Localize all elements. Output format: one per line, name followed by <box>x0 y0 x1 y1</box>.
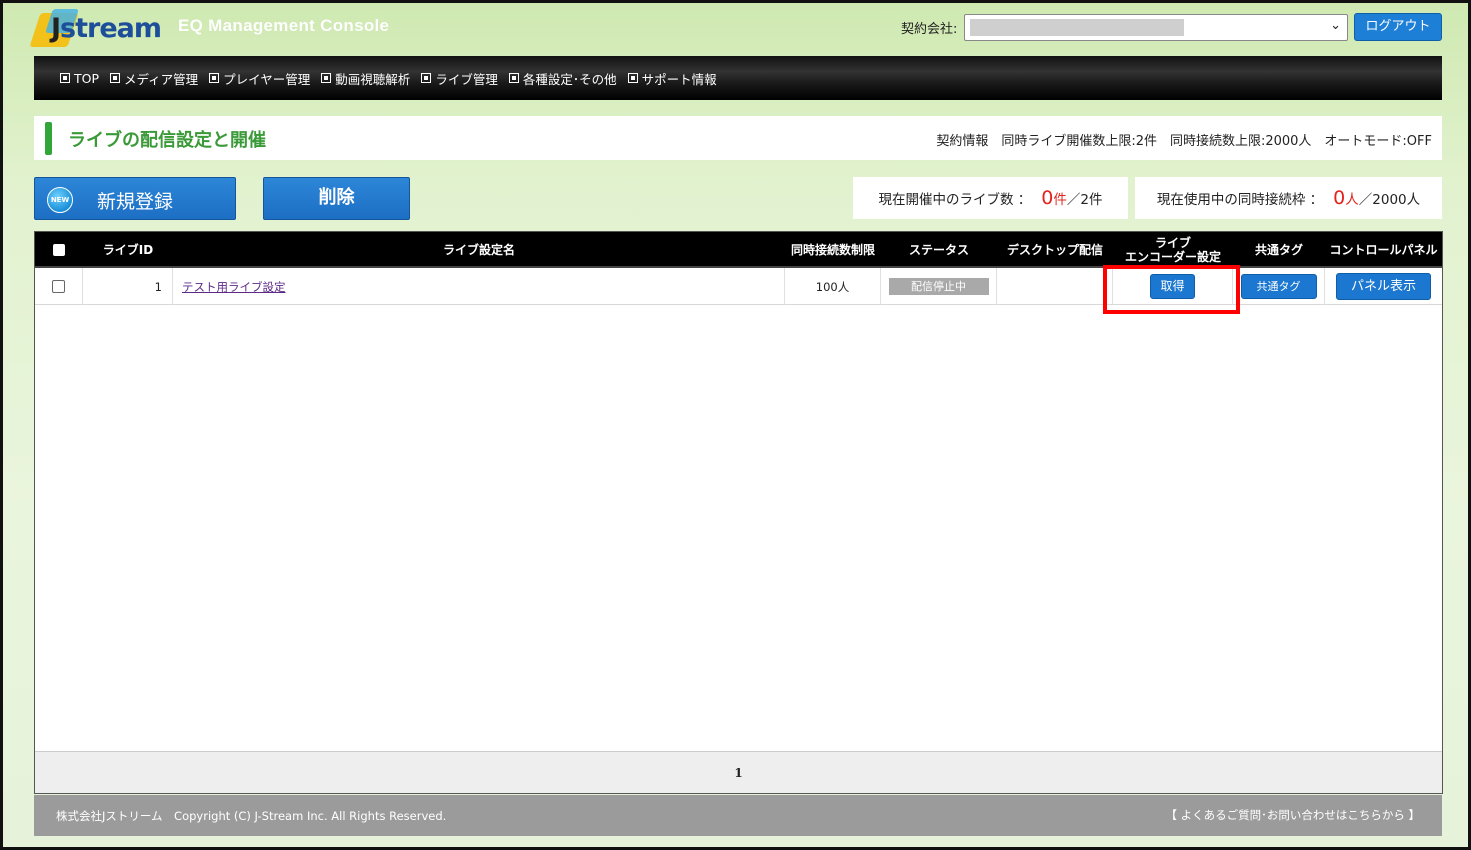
connection-stat: 現在使用中の同時接続枠 ： 0 人 ／2000人 <box>1135 177 1442 219</box>
new-registration-label: 新規登録 <box>97 191 174 213</box>
nav-label: TOP <box>74 70 100 86</box>
nav-bullet-icon <box>60 73 70 83</box>
live-count-stat: 現在開催中のライブ数 ： 0 件 ／2件 <box>853 177 1128 219</box>
masked-company-name <box>970 19 1184 36</box>
col-encoder-line2: エンコーダー設定 <box>1124 250 1221 264</box>
logo-wordmark: Jstream <box>51 13 162 44</box>
contract-label: 契約会社: <box>901 22 958 37</box>
nav-label: 動画視聴解析 <box>335 71 411 87</box>
col-tag: 共通タグ <box>1254 243 1303 257</box>
nav-bullet-icon <box>627 73 638 83</box>
nav-item-analytics[interactable]: 動画視聴解析 <box>321 69 410 88</box>
live-settings-table: ライブID ライブ設定名 同時接続数制限 ステータス デスクトップ配信 ライブ … <box>34 231 1443 794</box>
status-badge: 配信停止中 <box>888 278 989 295</box>
col-conn-limit[interactable]: 同時接続数制限 <box>785 232 881 268</box>
connection-limit: ／2000人 <box>1358 192 1421 208</box>
page-title: ライブの配信設定と開催 <box>68 130 266 151</box>
row-desktop-cell <box>997 268 1113 305</box>
nav-item-support[interactable]: サポート情報 <box>627 69 717 88</box>
main-nav: TOP メディア管理 プレイヤー管理 動画視聴解析 ライブ管理 各種設定･その他… <box>34 56 1442 100</box>
nav-item-player[interactable]: プレイヤー管理 <box>209 69 310 88</box>
row-live-id: 1 <box>83 268 173 305</box>
connection-value: 0 <box>1333 187 1346 209</box>
logo-initial: J <box>51 13 61 44</box>
live-count-unit: 件 <box>1053 192 1067 208</box>
row-checkbox[interactable] <box>52 280 65 293</box>
pagination: 1 <box>35 751 1442 793</box>
row-name-cell: テスト用ライブ設定 <box>173 268 785 305</box>
chevron-down-icon: ⌄ <box>1330 18 1341 33</box>
new-badge-icon: NEW <box>47 187 73 213</box>
contract-company-select[interactable]: ⌄ <box>964 14 1348 41</box>
live-name-link[interactable]: テスト用ライブ設定 <box>182 279 286 295</box>
col-live-name[interactable]: ライブ設定名 <box>173 232 785 268</box>
footer-copyright: 株式会社Jストリーム Copyright (C) J-Stream Inc. A… <box>56 809 447 823</box>
app-frame: Jstream EQ Management Console 契約会社: ⌄ ログ… <box>3 3 1468 847</box>
page-number[interactable]: 1 <box>734 766 742 780</box>
nav-bullet-icon <box>321 73 332 83</box>
nav-label: プレイヤー管理 <box>223 71 311 87</box>
row-tag-cell: 共通タグ <box>1233 268 1325 305</box>
common-tag-button[interactable]: 共通タグ <box>1240 274 1317 299</box>
nav-label: ライブ管理 <box>435 71 498 87</box>
nav-bullet-icon <box>508 73 519 83</box>
col-desktop: デスクトップ配信 <box>1006 243 1103 257</box>
table-header: ライブID ライブ設定名 同時接続数制限 ステータス デスクトップ配信 ライブ … <box>35 232 1442 268</box>
console-title: EQ Management Console <box>178 16 390 35</box>
page-title-bar: ライブの配信設定と開催 契約情報 同時ライブ開催数上限:2件 同時接続数上限:2… <box>34 116 1442 160</box>
col-panel: コントロールパネル <box>1329 243 1438 257</box>
contract-info: 契約情報 同時ライブ開催数上限:2件 同時接続数上限:2000人 オートモード:… <box>936 134 1432 149</box>
row-check-cell <box>35 268 83 305</box>
footer-faq-link[interactable]: 【 よくあるご質問･お問い合わせはこちらから 】 <box>1165 807 1420 823</box>
col-live-id[interactable]: ライブID <box>83 232 173 268</box>
nav-item-live[interactable]: ライブ管理 <box>421 69 498 88</box>
nav-label: メディア管理 <box>124 71 199 87</box>
panel-display-button[interactable]: パネル表示 <box>1336 273 1431 300</box>
logo-text: stream <box>60 13 162 44</box>
col-status[interactable]: ステータス <box>881 232 997 268</box>
connection-unit: 人 <box>1345 192 1359 208</box>
footer: 株式会社Jストリーム Copyright (C) J-Stream Inc. A… <box>34 795 1442 836</box>
nav-label: 各種設定･その他 <box>522 71 617 87</box>
select-all-checkbox[interactable] <box>53 244 65 256</box>
live-count-label: 現在開催中のライブ数 ： <box>878 192 1032 208</box>
live-count-value: 0 <box>1041 187 1054 209</box>
col-encoder-line1: ライブ <box>1154 236 1191 250</box>
row-conn-limit: 100人 <box>785 268 881 305</box>
col-encoder: ライブ エンコーダー設定 <box>1113 232 1233 268</box>
title-accent-bar <box>45 122 52 155</box>
row-panel-cell: パネル表示 <box>1325 268 1442 305</box>
nav-item-top[interactable]: TOP <box>60 71 99 86</box>
logout-button[interactable]: ログアウト <box>1354 13 1442 41</box>
nav-bullet-icon <box>209 73 220 83</box>
nav-item-settings[interactable]: 各種設定･その他 <box>508 69 617 88</box>
row-status-cell: 配信停止中 <box>881 268 997 305</box>
nav-label: サポート情報 <box>641 71 717 87</box>
highlight-box <box>1103 265 1240 314</box>
delete-button[interactable]: 削除 <box>263 177 410 220</box>
nav-item-media[interactable]: メディア管理 <box>110 69 198 88</box>
header-select-all-cell <box>35 232 83 268</box>
jstream-logo[interactable]: Jstream <box>29 7 162 49</box>
connection-label: 現在使用中の同時接続枠 ： <box>1156 192 1324 208</box>
nav-bullet-icon <box>421 73 432 83</box>
live-count-limit: ／2件 <box>1066 192 1103 208</box>
new-registration-button[interactable]: NEW 新規登録 <box>34 177 236 220</box>
nav-bullet-icon <box>110 73 121 83</box>
